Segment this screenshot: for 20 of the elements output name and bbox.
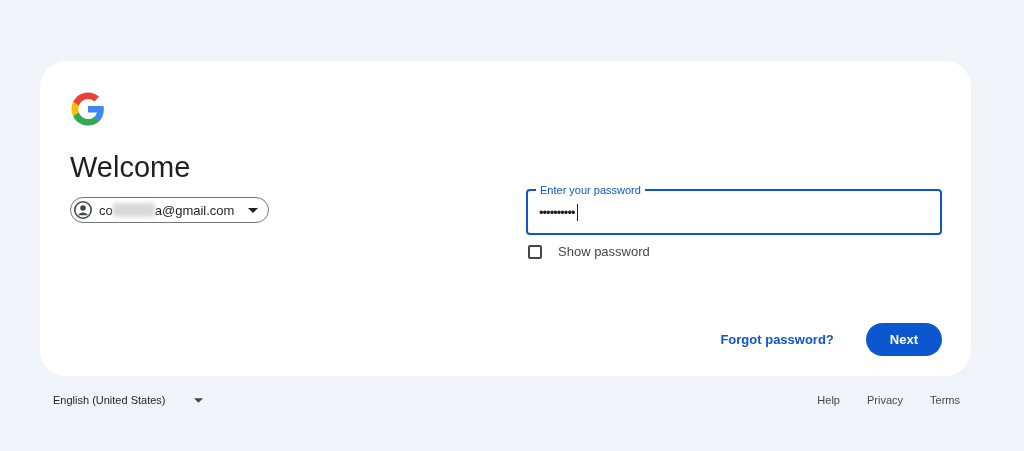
email-text: co [99,202,113,218]
blurred-text [112,203,155,217]
checkbox[interactable] [528,244,542,259]
welcome-heading: Welcome [70,150,192,185]
forgot-password-link[interactable]: Forgot password? [720,332,834,347]
text-cursor [576,203,578,221]
language-dropdown[interactable]: English (United States) [53,394,203,406]
caret-icon [248,207,259,213]
account-icon [73,200,93,220]
field-label: Enter your password [536,183,645,197]
google-logo-icon [70,91,106,127]
password-value: •••••••••• [539,204,575,220]
caret-icon [193,397,203,403]
footer-link[interactable]: Help [817,394,840,406]
next-button[interactable]: Next [865,323,942,356]
footer-link[interactable]: Terms [930,394,960,406]
email-text: a@gmail.com [154,202,235,218]
checkbox-label[interactable]: Show password [558,244,650,259]
account-chip[interactable]: co a@gmail.com [70,197,270,223]
footer-link[interactable]: Privacy [867,394,904,406]
